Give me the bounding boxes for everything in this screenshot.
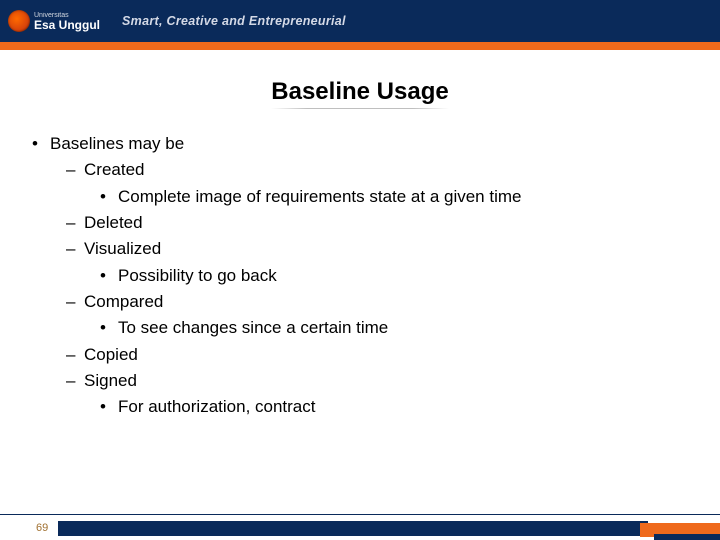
footer-navy-accent — [654, 534, 720, 540]
slide-title-area: Baseline Usage — [0, 78, 720, 109]
page-number: 69 — [36, 522, 48, 534]
footer-navy-bar — [58, 521, 648, 536]
slide-body: Baselines may be Created Complete image … — [0, 131, 720, 421]
bullet-l1: Baselines may be — [22, 131, 702, 157]
bullet-copied: Copied — [22, 342, 702, 368]
header-accent-bar — [0, 42, 720, 50]
logo-subtext: Universitas — [34, 12, 100, 19]
bullet-signed-detail: For authorization, contract — [22, 394, 702, 420]
bullet-created-detail: Complete image of requirements state at … — [22, 184, 702, 210]
logo-globe-icon — [8, 10, 30, 32]
bullet-compared-detail: To see changes since a certain time — [22, 315, 702, 341]
bullet-visualized: Visualized — [22, 236, 702, 262]
logo-text: Universitas Esa Unggul — [34, 12, 100, 31]
slide-title: Baseline Usage — [271, 78, 448, 109]
bullet-signed: Signed — [22, 368, 702, 394]
header-tagline: Smart, Creative and Entrepreneurial — [122, 14, 346, 28]
logo-name: Esa Unggul — [34, 18, 100, 32]
bullet-visualized-detail: Possibility to go back — [22, 263, 702, 289]
university-logo: Universitas Esa Unggul — [8, 10, 100, 32]
footer-divider — [0, 514, 720, 515]
bullet-compared: Compared — [22, 289, 702, 315]
bullet-created: Created — [22, 157, 702, 183]
slide-header: Universitas Esa Unggul Smart, Creative a… — [0, 0, 720, 42]
bullet-deleted: Deleted — [22, 210, 702, 236]
slide-footer: 69 — [0, 514, 720, 540]
